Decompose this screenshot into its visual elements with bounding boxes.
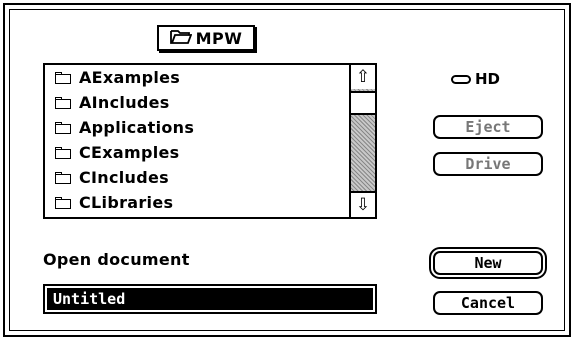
disk-name: HD — [475, 70, 501, 88]
folder-icon — [55, 71, 71, 84]
filename-field[interactable]: Untitled — [43, 284, 377, 314]
folder-icon — [55, 146, 71, 159]
hard-disk-icon — [451, 74, 471, 84]
prompt-label: Open document — [43, 250, 190, 269]
scroll-down-arrow-icon[interactable]: ⇩ — [351, 191, 375, 217]
list-item-cexamples[interactable]: CExamples — [45, 140, 351, 165]
folder-popup-menu[interactable]: MPW — [157, 25, 255, 51]
list-item-label: CExamples — [79, 143, 180, 162]
list-item-label: AIncludes — [79, 93, 170, 112]
eject-button[interactable]: Eject — [433, 115, 543, 139]
list-item-clibraries[interactable]: CLibraries — [45, 190, 351, 215]
folder-popup-label: MPW — [195, 28, 243, 48]
folder-icon — [55, 96, 71, 109]
scroll-up-arrow-icon[interactable]: ⇧ — [351, 65, 375, 91]
file-list-rows: AExamples AIncludes Applications CExampl… — [45, 65, 351, 217]
list-item-aincludes[interactable]: AIncludes — [45, 90, 351, 115]
list-item-cincludes[interactable]: CIncludes — [45, 165, 351, 190]
filename-value: Untitled — [47, 288, 373, 310]
folder-icon — [55, 121, 71, 134]
new-button[interactable]: New — [433, 251, 543, 275]
list-item-label: CIncludes — [79, 168, 169, 187]
scroll-thumb[interactable] — [351, 91, 375, 115]
file-list[interactable]: AExamples AIncludes Applications CExampl… — [43, 63, 377, 219]
list-item-label: CLibraries — [79, 193, 174, 212]
folder-icon — [55, 171, 71, 184]
vertical-scrollbar[interactable]: ⇧ ⇩ — [349, 65, 375, 217]
open-file-dialog: MPW AExamples AIncludes Applications CEx… — [3, 3, 571, 337]
drive-button[interactable]: Drive — [433, 152, 543, 176]
list-item-label: Applications — [79, 118, 195, 137]
cancel-button[interactable]: Cancel — [433, 291, 543, 315]
open-folder-icon — [169, 29, 192, 48]
list-item-label: AExamples — [79, 68, 181, 87]
folder-icon — [55, 196, 71, 209]
list-item-aexamples[interactable]: AExamples — [45, 65, 351, 90]
list-item-applications[interactable]: Applications — [45, 115, 351, 140]
disk-indicator: HD — [451, 70, 500, 88]
